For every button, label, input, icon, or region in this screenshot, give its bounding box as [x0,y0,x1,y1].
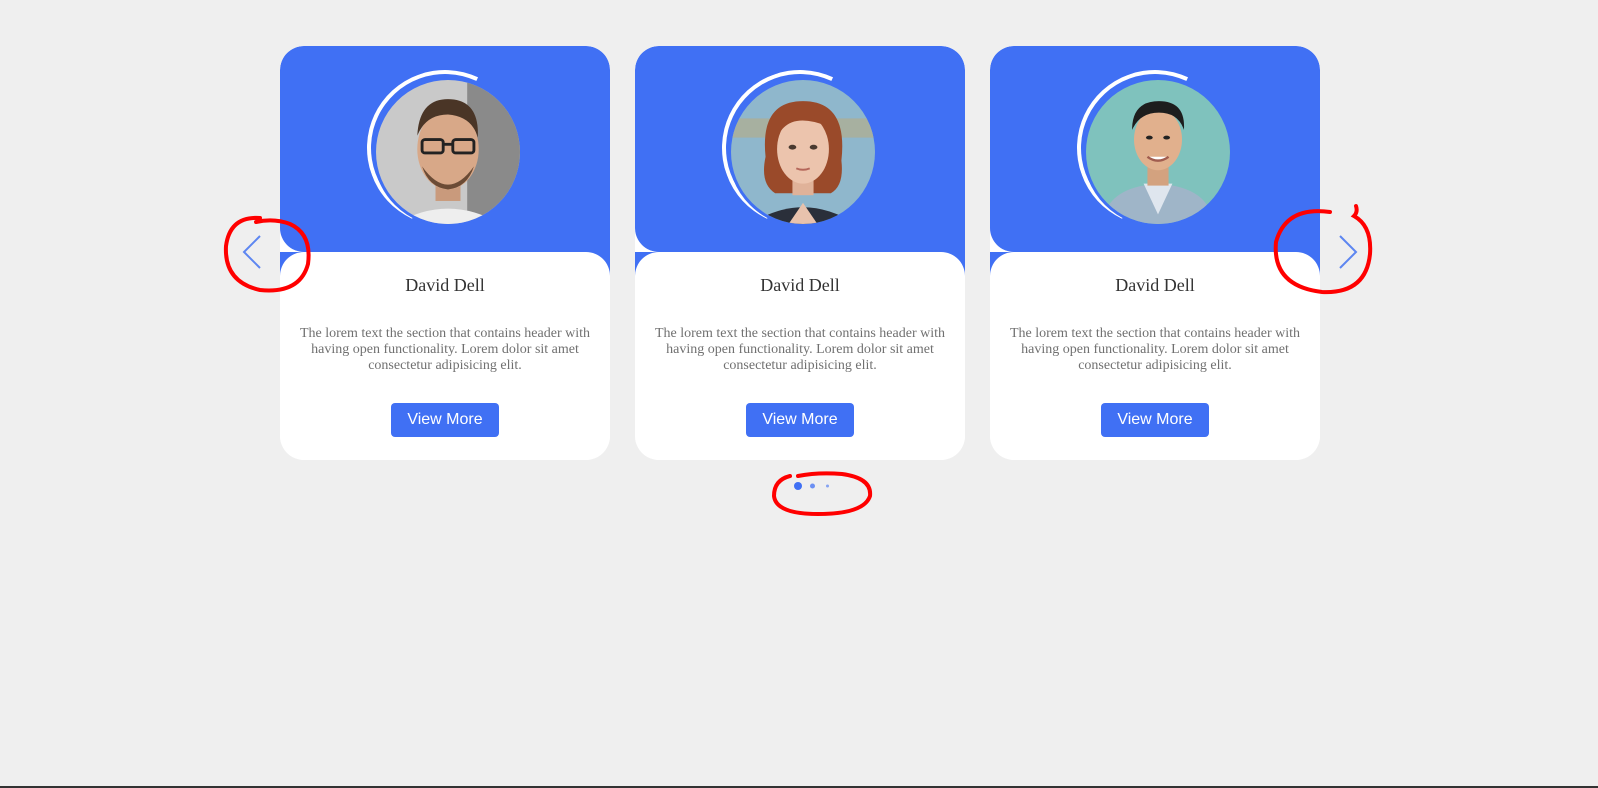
pagination-dot[interactable] [826,484,829,488]
avatar [728,77,878,227]
card-name: David Dell [760,275,840,295]
view-more-button[interactable]: View More [391,403,499,437]
carousel-prev-button[interactable] [234,230,274,274]
view-more-button[interactable]: View More [1101,403,1209,437]
card-description: The lorem text the section that contains… [1009,326,1300,373]
card-description: The lorem text the section that contains… [299,326,590,373]
avatar [373,77,523,227]
chevron-right-icon [1339,235,1358,269]
pagination-dot[interactable] [810,483,815,489]
chevron-left-icon [242,235,261,269]
profile-card: David Dell The lorem text the section th… [635,46,965,460]
profile-card: David Dell The lorem text the section th… [990,46,1320,460]
portrait-man-glasses-icon [376,80,520,224]
carousel-next-button[interactable] [1326,230,1366,274]
view-more-button[interactable]: View More [746,403,854,437]
avatar [1083,77,1233,227]
portrait-man-teal-wall-icon [1086,80,1230,224]
pagination-dot-active[interactable] [794,482,802,490]
carousel-stage: David Dell The lorem text the section th… [0,0,1598,788]
profile-card: David Dell The lorem text the section th… [280,46,610,460]
card-name: David Dell [405,275,485,295]
carousel-pagination [794,480,844,492]
annotation-circle-pagination [771,471,873,517]
card-name: David Dell [1115,275,1195,295]
portrait-woman-red-hair-icon [731,80,875,224]
card-description: The lorem text the section that contains… [654,326,945,373]
